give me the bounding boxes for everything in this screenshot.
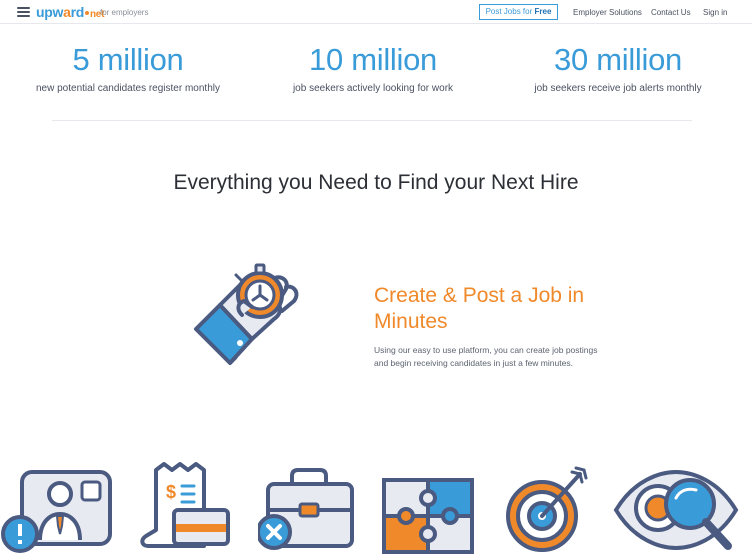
logo-dot-icon <box>85 11 89 15</box>
nav-sign-in[interactable]: Sign in <box>703 8 727 17</box>
menu-icon[interactable] <box>17 7 30 17</box>
stat-block: 5 million new potential candidates regis… <box>8 42 248 94</box>
top-nav-bar: upward net for employers Post Jobs for Fr… <box>0 0 752 24</box>
stat-number: 5 million <box>72 42 184 77</box>
section-divider <box>52 120 692 121</box>
stat-number: 30 million <box>554 42 682 77</box>
nav-contact-us[interactable]: Contact Us <box>651 8 691 17</box>
logo-text-end: rd <box>70 4 85 20</box>
candidate-profile-alert-icon <box>1 470 112 553</box>
feature-description: Using our easy to use platform, you can … <box>374 345 598 368</box>
tagline: for employers <box>100 8 149 17</box>
upward-logo[interactable]: upward net <box>36 4 104 23</box>
target-arrow-icon <box>506 466 588 552</box>
post-jobs-label: Post Jobs for <box>485 7 533 16</box>
stat-block: 10 million job seekers actively looking … <box>253 42 493 94</box>
hand-stopwatch-icon <box>194 263 299 365</box>
stat-description: job seekers actively looking for work <box>292 83 454 94</box>
stat-description: job seekers receive job alerts monthly <box>534 83 702 94</box>
feature-title: Create & Post a Job in Minutes <box>374 284 585 333</box>
logo-text-start: upw <box>36 4 64 20</box>
stat-block: 30 million job seekers receive job alert… <box>498 42 738 94</box>
receipt-payment-icon: $ <box>140 462 230 548</box>
section-headline: Everything you Need to Find your Next Hi… <box>173 171 579 194</box>
post-jobs-free: Free <box>534 7 552 16</box>
post-jobs-button[interactable]: Post Jobs for Free <box>479 4 558 20</box>
briefcase-cancel-icon <box>258 468 354 550</box>
logo-a-glyph: a <box>63 4 71 20</box>
nav-employer-solutions[interactable]: Employer Solutions <box>573 8 642 17</box>
svg-text:$: $ <box>166 482 176 502</box>
puzzle-icon <box>382 478 474 554</box>
stat-description: new potential candidates register monthl… <box>36 83 220 94</box>
eye-magnifier-icon <box>613 469 739 551</box>
stat-number: 10 million <box>309 42 437 77</box>
